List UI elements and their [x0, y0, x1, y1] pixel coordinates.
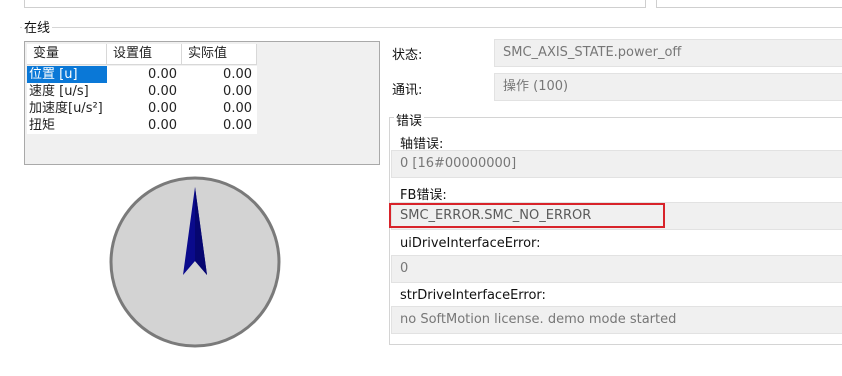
str-drive-error-label: strDriveInterfaceError:: [400, 288, 546, 303]
column-header-actual-value[interactable]: 实际值: [182, 44, 257, 65]
column-header-variable[interactable]: 变量: [27, 44, 107, 65]
table-row-set[interactable]: 0.00: [107, 66, 182, 83]
top-panel-right: [656, 0, 842, 8]
table-row-name[interactable]: 加速度[u/s²]: [27, 100, 107, 117]
table-row-name[interactable]: 位置 [u]: [27, 66, 107, 83]
table-row-actual: 0.00: [182, 83, 257, 100]
comm-field[interactable]: 操作 (100): [494, 73, 842, 101]
table-row-name[interactable]: 速度 [u/s]: [27, 83, 107, 100]
group-title: 在线: [22, 17, 53, 36]
position-dial: [109, 176, 281, 348]
ui-drive-error-label: uiDriveInterfaceError:: [400, 236, 541, 251]
fb-error-label: FB错误:: [400, 188, 447, 203]
axis-error-field[interactable]: 0 [16#00000000]: [391, 150, 842, 178]
table-row-actual: 0.00: [182, 117, 257, 134]
table-row-set[interactable]: 0.00: [107, 100, 182, 117]
top-panel-left: [24, 0, 646, 8]
ui-drive-error-field[interactable]: 0: [391, 255, 842, 283]
group-top-border: [20, 27, 842, 28]
comm-label: 通讯:: [392, 83, 423, 98]
table-row-actual: 0.00: [182, 100, 257, 117]
state-label: 状态:: [392, 48, 423, 63]
column-header-set-value[interactable]: 设置值: [107, 44, 182, 65]
table-row-set[interactable]: 0.00: [107, 117, 182, 134]
error-group-title: 错误: [394, 110, 425, 129]
table-row-name[interactable]: 扭矩: [27, 117, 107, 134]
variable-table: 变量 设置值 实际值 位置 [u] 0.00 0.00 速度 [u/s] 0.0…: [24, 41, 380, 165]
table-row-set[interactable]: 0.00: [107, 83, 182, 100]
state-field[interactable]: SMC_AXIS_STATE.power_off: [494, 39, 842, 67]
str-drive-error-field[interactable]: no SoftMotion license. demo mode started: [391, 306, 842, 334]
table-row-actual: 0.00: [182, 66, 257, 83]
fb-error-highlight-box: [389, 203, 665, 228]
